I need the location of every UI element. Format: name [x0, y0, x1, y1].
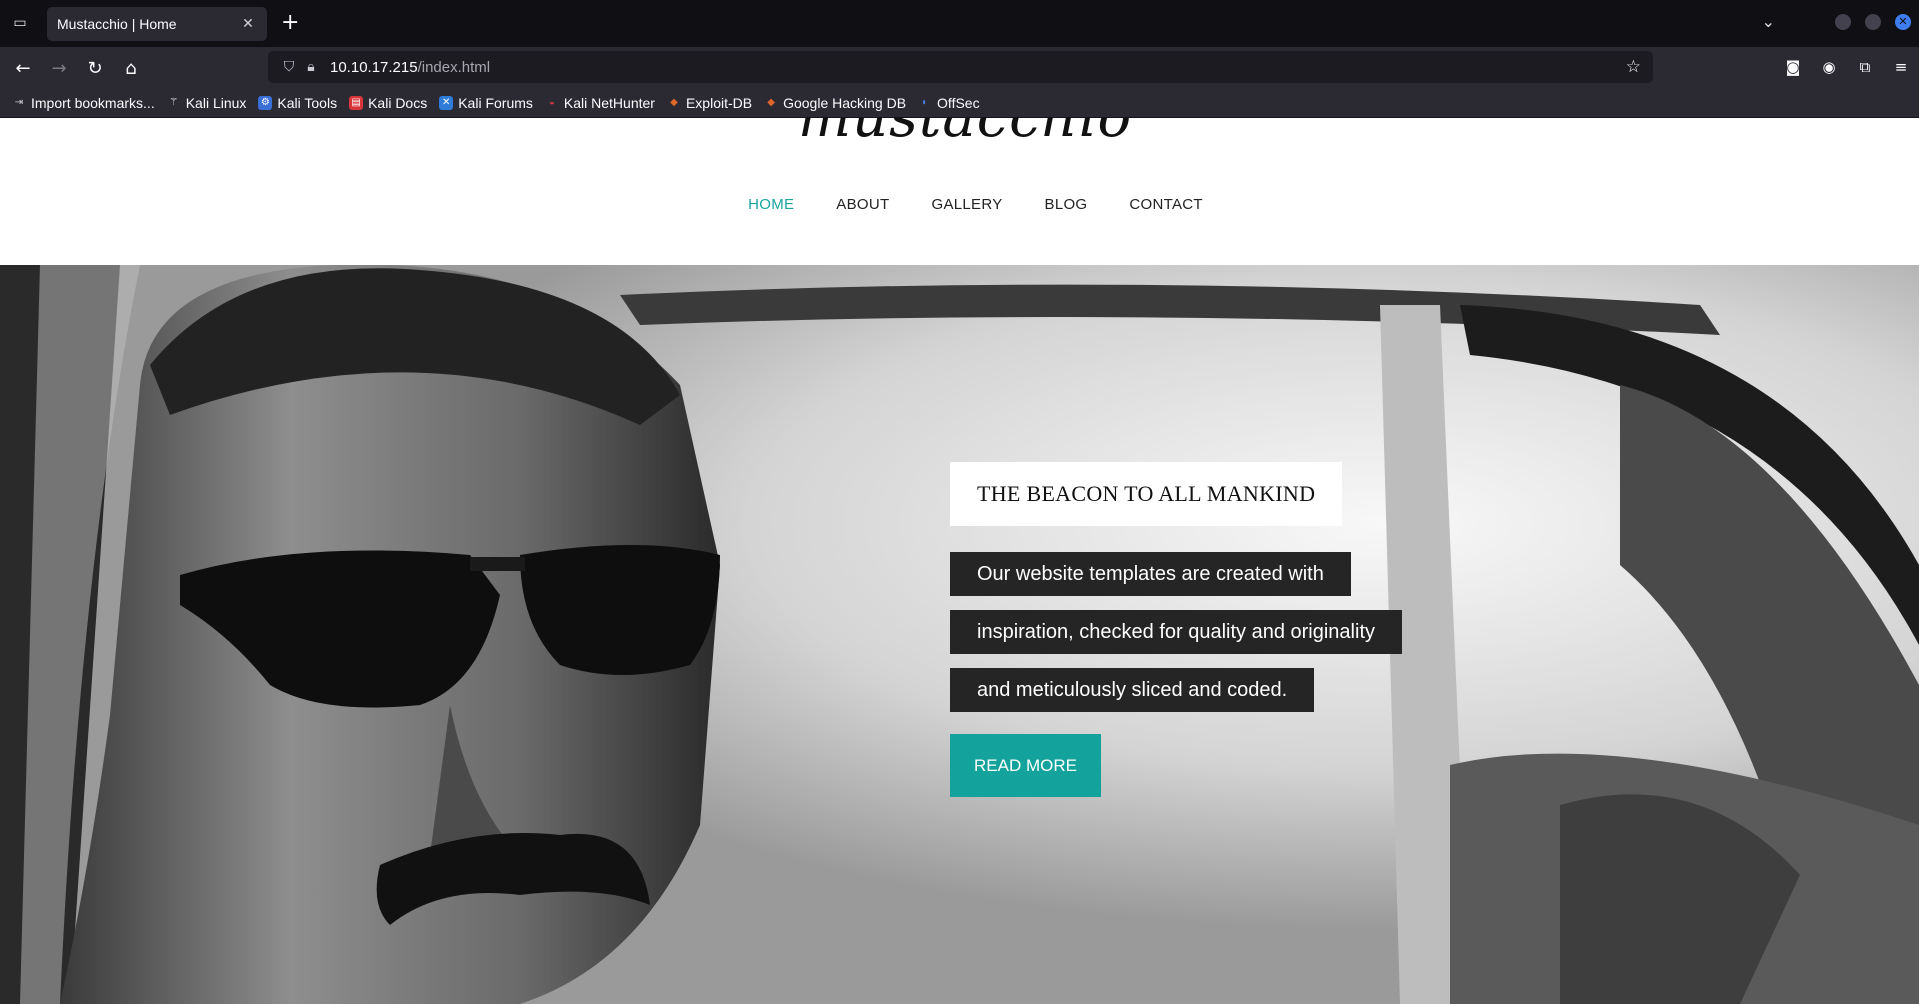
bookmark-label: OffSec [937, 94, 980, 111]
url-text[interactable]: 10.10.17.215/index.html [330, 59, 490, 76]
hero-banner: THE BEACON TO ALL MANKIND Our website te… [0, 265, 1919, 1004]
bookmark-exploit-db[interactable]: ◆ Exploit-DB [667, 95, 752, 111]
extensions-icon[interactable]: ⧉ [1853, 55, 1877, 79]
kali-docs-icon: ▤ [349, 95, 364, 110]
read-more-button[interactable]: READ MORE [950, 734, 1101, 797]
bookmark-import[interactable]: ⇥ Import bookmarks... [12, 95, 155, 111]
bookmark-kali-tools[interactable]: ⚙ Kali Tools [258, 95, 337, 111]
bookmark-label: Exploit-DB [685, 94, 753, 111]
back-arrow-icon[interactable]: ← [10, 55, 36, 81]
pocket-icon[interactable]: ◙ [1781, 55, 1805, 79]
account-icon[interactable]: ◉ [1817, 55, 1841, 79]
nav-blog-link[interactable]: BLOG [1045, 196, 1088, 213]
url-bar[interactable]: ⛉ 🔒︎ 10.10.17.215/index.html ☆ [268, 51, 1653, 83]
bookmark-kali-docs[interactable]: ▤ Kali Docs [349, 95, 427, 111]
bookmark-label: Kali Linux [185, 94, 247, 111]
hero-text-line: and meticulously sliced and coded. [950, 668, 1315, 712]
kali-tools-icon: ⚙ [258, 95, 273, 110]
close-window-button[interactable]: ✕ [1895, 13, 1911, 30]
browser-nav-bar: ← → ↻ ⌂ ⛉ 🔒︎ 10.10.17.215/index.html ☆ ◙… [0, 47, 1919, 88]
close-tab-icon[interactable]: ✕ [239, 16, 257, 32]
window-controls: ⌄ ✕ [1762, 12, 1919, 31]
bookmark-label: Import bookmarks... [31, 94, 155, 111]
hero-text-line: inspiration, checked for quality and ori… [950, 610, 1402, 654]
nethunter-icon: ◒ [548, 96, 555, 108]
bookmark-kali-linux[interactable]: ⚚ Kali Linux [167, 94, 247, 111]
home-icon[interactable]: ⌂ [118, 55, 144, 81]
tab-list-icon[interactable]: ▭ [10, 14, 30, 32]
bookmark-label: Kali NetHunter [563, 94, 655, 111]
bookmark-kali-forums[interactable]: ✕ Kali Forums [439, 95, 533, 111]
bookmark-star-icon[interactable]: ☆ [1626, 57, 1641, 77]
menu-icon[interactable]: ≡ [1889, 55, 1913, 79]
hero-title: THE BEACON TO ALL MANKIND [950, 462, 1343, 526]
url-path: /index.html [417, 58, 491, 76]
shield-icon[interactable]: ⛉ [278, 59, 300, 75]
import-icon: ⇥ [14, 96, 24, 108]
reload-icon[interactable]: ↻ [82, 55, 108, 81]
url-host: 10.10.17.215 [330, 58, 418, 76]
new-tab-icon[interactable]: + [281, 12, 299, 34]
tab-title: Mustacchio | Home [57, 16, 177, 32]
offsec-icon: ◐ [922, 96, 929, 108]
nav-about-link[interactable]: ABOUT [836, 196, 889, 213]
toolbar-actions: ◙ ◉ ⧉ ≡ [1781, 55, 1913, 79]
browser-tab-bar: ▭ Mustacchio | Home ✕ + ⌄ ✕ [0, 0, 1919, 47]
bookmark-label: Kali Forums [458, 94, 533, 111]
bookmark-label: Kali Tools [277, 94, 338, 111]
browser-tab[interactable]: Mustacchio | Home ✕ [47, 7, 267, 41]
nav-home-link[interactable]: HOME [748, 196, 794, 213]
lock-icon[interactable]: 🔒︎ [300, 59, 322, 75]
bookmark-offsec[interactable]: ◐ OffSec [918, 95, 980, 111]
kali-dragon-icon: ⚚ [169, 96, 179, 108]
site-logo[interactable]: mustacchio [798, 118, 1132, 148]
list-all-tabs-icon[interactable]: ⌄ [1762, 12, 1775, 31]
bookmark-google-hacking-db[interactable]: ◆ Google Hacking DB [764, 95, 906, 111]
hero-text-line: Our website templates are created with [950, 552, 1351, 596]
exploit-db-icon: ◆ [670, 96, 678, 108]
ghdb-icon: ◆ [767, 96, 775, 108]
bookmarks-toolbar: ⇥ Import bookmarks... ⚚ Kali Linux ⚙ Kali T… [0, 88, 1919, 118]
web-page: mustacchio HOME ABOUT GALLERY BLOG CONTA… [0, 118, 1919, 1004]
maximize-window-button[interactable] [1865, 13, 1881, 30]
bookmark-label: Google Hacking DB [783, 94, 907, 111]
site-navigation: HOME ABOUT GALLERY BLOG CONTACT [0, 196, 1919, 213]
forward-arrow-icon[interactable]: → [46, 55, 72, 81]
minimize-window-button[interactable] [1835, 13, 1851, 30]
bookmark-kali-nethunter[interactable]: ◒ Kali NetHunter [545, 95, 655, 111]
nav-gallery-link[interactable]: GALLERY [931, 196, 1002, 213]
kali-forums-icon: ✕ [439, 95, 454, 110]
bookmark-label: Kali Docs [368, 94, 428, 111]
nav-contact-link[interactable]: CONTACT [1129, 196, 1202, 213]
